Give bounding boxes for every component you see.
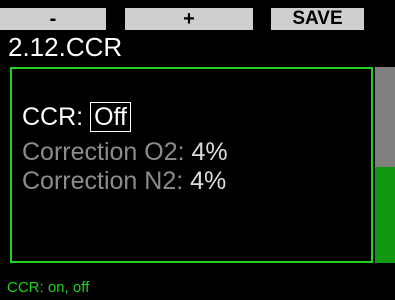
increase-button[interactable]: +: [125, 8, 253, 30]
setting-ccr-label: CCR:: [22, 103, 84, 131]
decrease-button[interactable]: -: [0, 8, 106, 30]
scroll-thumb[interactable]: [375, 67, 395, 167]
scroll-track-lower: [375, 167, 395, 263]
setting-ccr[interactable]: CCR: Off: [22, 102, 131, 132]
setting-correction-n2[interactable]: Correction N2: 4%: [22, 167, 226, 195]
softkey-bar: - + SAVE: [0, 8, 395, 30]
setting-ccr-value[interactable]: Off: [90, 102, 131, 132]
setting-correction-o2-value[interactable]: 4%: [192, 138, 228, 166]
setting-correction-n2-value[interactable]: 4%: [190, 167, 226, 195]
save-button[interactable]: SAVE: [271, 8, 364, 30]
footer-hint: CCR: on, off: [7, 279, 90, 296]
page-title: 2.12.CCR: [8, 32, 123, 62]
scrollbar[interactable]: [375, 67, 395, 263]
setting-correction-o2-label: Correction O2:: [22, 138, 185, 166]
setting-correction-n2-label: Correction N2:: [22, 167, 184, 195]
setting-correction-o2[interactable]: Correction O2: 4%: [22, 138, 228, 166]
